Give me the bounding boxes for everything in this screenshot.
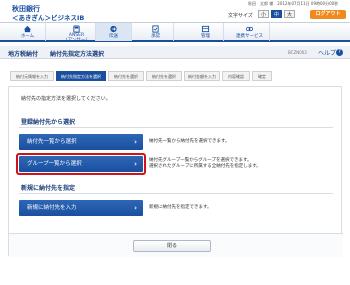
- nav-approval-label: 承認: [151, 34, 160, 39]
- step-1: 納付元情報を入力: [10, 71, 54, 81]
- footer-area: 閉る: [9, 233, 343, 257]
- step-2-current: 納付先指定方法を選択: [56, 71, 106, 81]
- font-size-large-button[interactable]: 大: [284, 10, 295, 18]
- font-size-small-button[interactable]: 小: [258, 10, 269, 18]
- approval-icon: [152, 25, 159, 33]
- nav-anser[interactable]: ANSER (アンサー): [58, 23, 96, 43]
- page-title: 納付先指定方法選択: [50, 51, 105, 58]
- enter-new-payee-description: 新規に納付先を指定できます。: [149, 205, 212, 210]
- home-icon: [23, 25, 32, 33]
- nav-home[interactable]: ホーム: [10, 23, 46, 41]
- step-7: 確定: [252, 71, 272, 81]
- screen-id: BCZN003: [288, 50, 307, 55]
- page-category: 地方税納付: [8, 51, 39, 58]
- transmission-icon: [110, 25, 117, 33]
- chevron-right-icon: ›: [134, 160, 137, 168]
- enter-new-payee-label: 新規に納付先を入力: [27, 205, 77, 211]
- main-panel: 納付先の指定方法を選択してください。 登録納付先から選択 納付先一覧から選択 ›…: [8, 86, 343, 257]
- user-info: 秋田 太郎 様 2012年07月11日 09時00分00秒: [248, 1, 339, 6]
- step-5: 納付金額を入力: [184, 71, 220, 81]
- close-button[interactable]: 閉る: [133, 240, 211, 252]
- select-from-group-description: 納付先グループ一覧からグループを選択できます。 選択されたグループに所属する全納…: [149, 158, 261, 170]
- step-4: 納付先を選択: [146, 71, 182, 81]
- nav-management[interactable]: 管理: [188, 23, 224, 41]
- instruction-text: 納付先の指定方法を選択してください。: [21, 96, 111, 102]
- nav-link-service-label: 連携サービス: [236, 34, 263, 39]
- font-size-medium-button[interactable]: 中: [271, 10, 282, 18]
- logout-button[interactable]: ログアウト: [310, 10, 346, 19]
- nav-transmission[interactable]: 伝送: [96, 23, 132, 41]
- divider: [19, 193, 333, 194]
- service-name: ＜あきぎん＞ビジネスIB: [12, 14, 85, 22]
- section-new-title: 新規に納付先を指定: [21, 185, 76, 192]
- select-from-list-label: 納付先一覧から選択: [27, 139, 77, 145]
- link-service-icon: [245, 26, 254, 32]
- step-6: 内容確認: [222, 71, 250, 81]
- page-title-bar: 地方税納付 納付先指定方法選択 BCZN003 ヘルプ ?: [0, 46, 350, 59]
- chevron-right-icon: ›: [134, 204, 137, 212]
- nav-link-service[interactable]: 連携サービス: [230, 23, 270, 41]
- header: 秋田銀行 ＜あきぎん＞ビジネスIB 秋田 太郎 様 2012年07月11日 09…: [0, 0, 350, 22]
- chevron-right-icon: ›: [134, 138, 137, 146]
- select-from-group-label: グループ一覧から選択: [27, 161, 82, 167]
- help-icon[interactable]: ?: [336, 49, 343, 56]
- select-from-list-button[interactable]: 納付先一覧から選択 ›: [19, 134, 143, 150]
- font-size-label: 文字サイズ: [228, 13, 253, 19]
- anser-icon: [73, 25, 80, 33]
- nav-home-label: ホーム: [20, 34, 35, 39]
- section-registered-title: 登録納付先から選択: [21, 119, 76, 126]
- step-3: 納付先を選択: [108, 71, 144, 81]
- nav-approval[interactable]: 承認: [138, 23, 174, 41]
- nav-transmission-label: 伝送: [109, 34, 118, 39]
- help-link[interactable]: ヘルプ: [318, 48, 336, 57]
- select-from-group-button[interactable]: グループ一覧から選択 ›: [19, 156, 143, 172]
- global-nav: ホーム ANSER (アンサー) 伝送 承認 管理 連携サービス: [0, 22, 350, 42]
- group-description-line-2: 選択されたグループに所属する全納付先を指定します。: [149, 164, 261, 169]
- select-from-list-description: 納付先一覧から納付先を選択できます。: [149, 139, 230, 144]
- management-icon: [201, 25, 210, 33]
- nav-management-label: 管理: [201, 34, 210, 39]
- enter-new-payee-button[interactable]: 新規に納付先を入力 ›: [19, 200, 143, 216]
- divider: [19, 127, 333, 128]
- nav-anser-label: ANSER (アンサー): [65, 33, 88, 43]
